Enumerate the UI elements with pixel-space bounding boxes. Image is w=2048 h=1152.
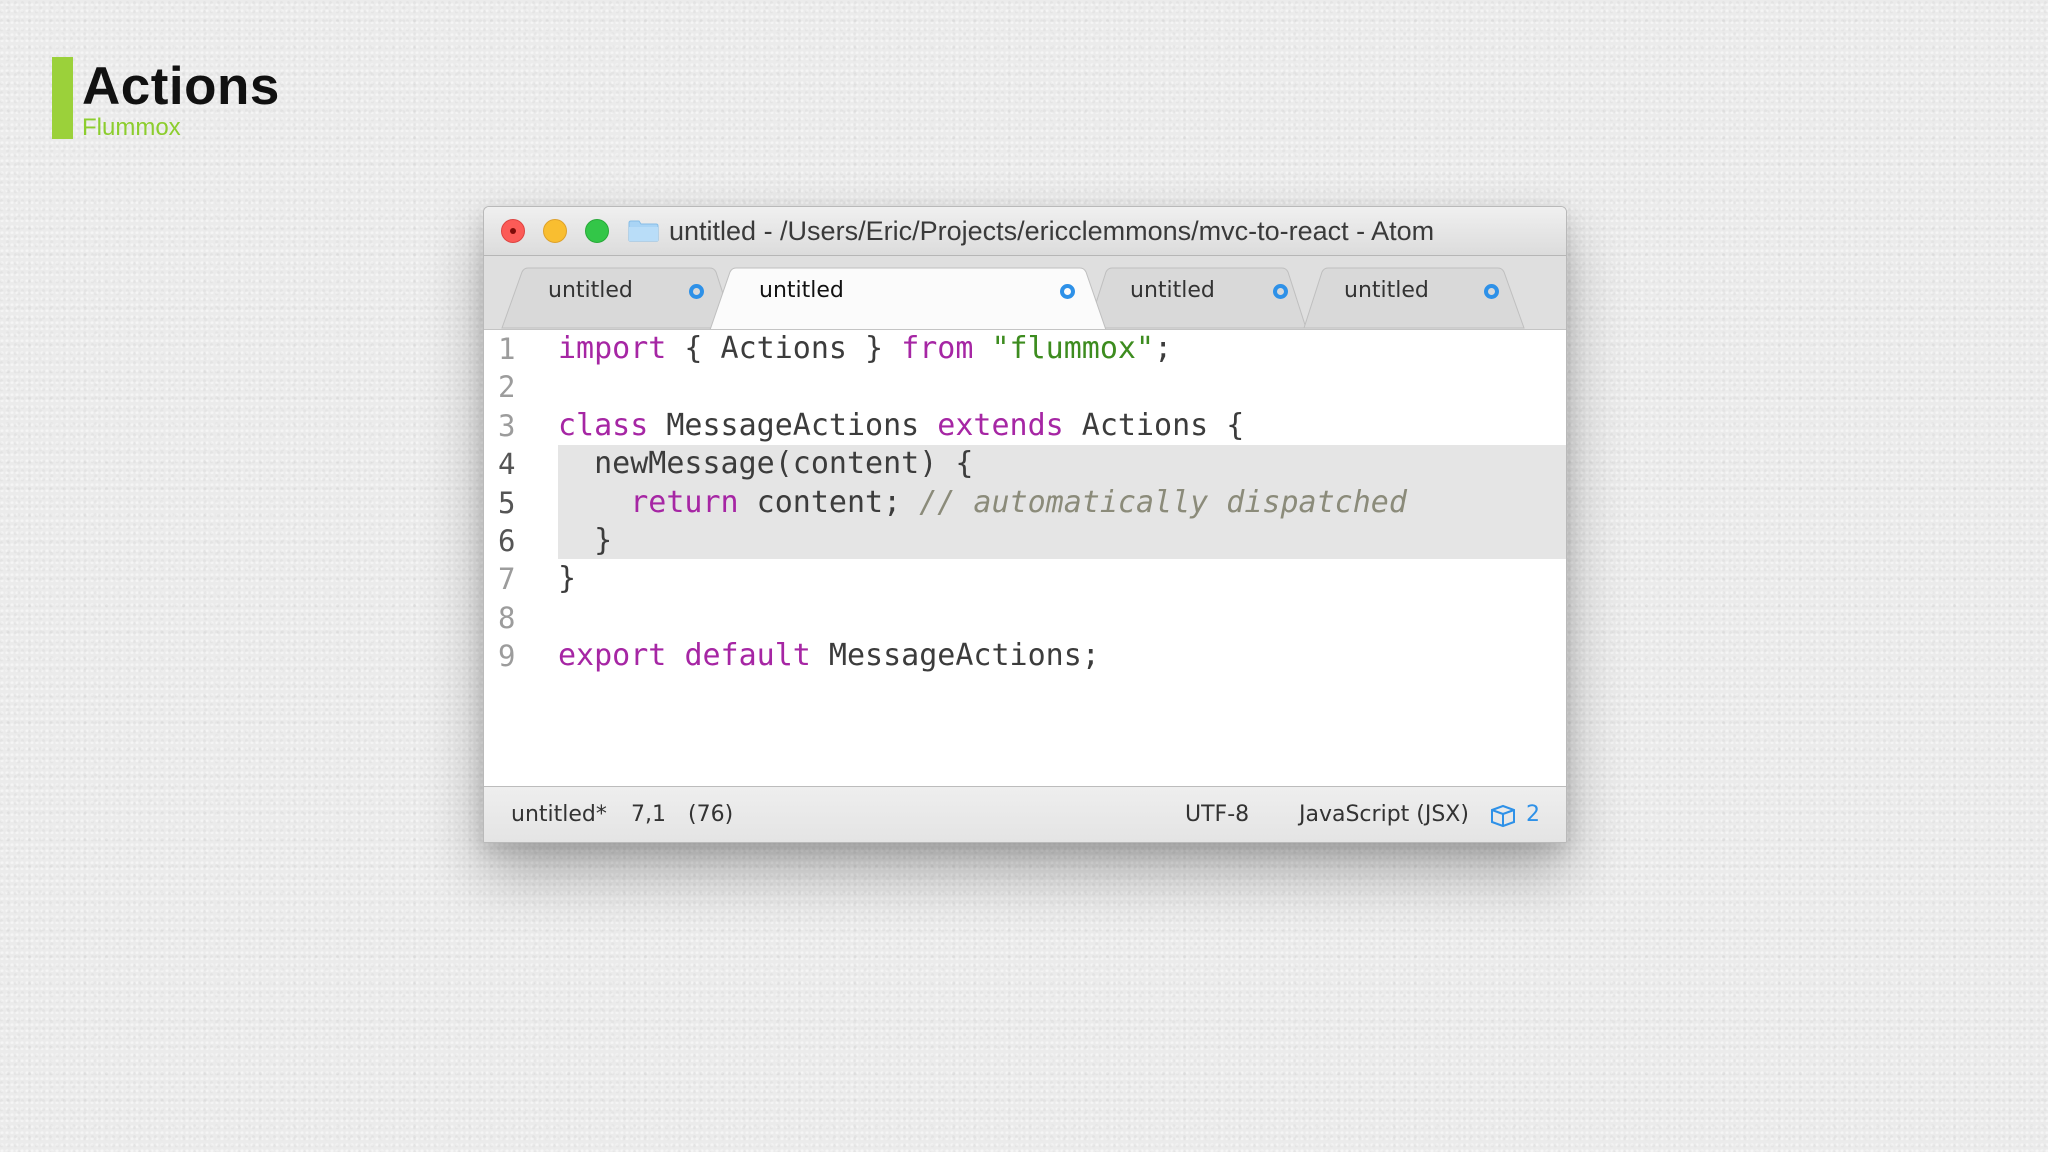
code-token: newMessage(content) {: [558, 446, 974, 482]
tab-3[interactable]: untitled: [1130, 276, 1215, 306]
keyword-token: from: [901, 331, 974, 366]
slide-subtitle: Flummox: [82, 114, 181, 141]
minimize-button[interactable]: [543, 219, 567, 243]
status-cursor-position[interactable]: 7,1: [631, 787, 666, 842]
status-file-name[interactable]: untitled*: [511, 787, 607, 842]
line-code: import { Actions } from "flummox";: [558, 330, 1172, 368]
code-token: }: [558, 561, 577, 597]
keyword-token: extends: [937, 407, 1064, 443]
code-token: }: [558, 523, 613, 558]
line-number[interactable]: 9: [498, 637, 528, 675]
tab-bar: untitled untitled untitled untitled: [484, 256, 1566, 330]
status-encoding[interactable]: UTF-8: [1185, 787, 1249, 842]
line-code: return content; // automatically dispatc…: [558, 484, 1407, 522]
package-icon[interactable]: [1490, 804, 1516, 828]
code-line[interactable]: 8: [484, 599, 1566, 637]
status-bar: untitled* 7,1 (76) UTF-8 JavaScript (JSX…: [484, 786, 1566, 842]
line-code: }: [558, 560, 576, 598]
code-token: { Actions }: [666, 331, 902, 366]
editor-window: untitled - /Users/Eric/Projects/ericclem…: [483, 206, 1567, 843]
line-number[interactable]: 4: [498, 445, 528, 483]
zoom-button[interactable]: [585, 219, 609, 243]
keyword-token: default: [684, 638, 811, 674]
line-number[interactable]: 3: [498, 407, 528, 445]
comment-token: // automatically dispatched: [919, 484, 1407, 520]
line-code: class MessageActions extends Actions {: [558, 407, 1244, 445]
title-bar[interactable]: untitled - /Users/Eric/Projects/ericclem…: [484, 207, 1566, 256]
header-text: Actions Flummox: [82, 57, 280, 141]
code-token: ;: [1154, 331, 1173, 366]
code-token: content;: [738, 484, 920, 520]
code-line[interactable]: 6 }: [484, 522, 1566, 560]
code-line[interactable]: 1 import { Actions } from "flummox";: [484, 330, 1566, 368]
folder-icon: [628, 220, 659, 242]
string-token: "flummox": [991, 331, 1155, 366]
code-token: MessageActions: [648, 407, 938, 443]
line-number[interactable]: 1: [498, 330, 528, 368]
accent-bar: [52, 57, 73, 139]
tab-2-modified-icon[interactable]: [1060, 284, 1075, 299]
status-selection-count: (76): [688, 802, 734, 827]
code-line[interactable]: 3 class MessageActions extends Actions {: [484, 407, 1566, 445]
code-line[interactable]: 7}: [484, 560, 1566, 598]
line-code: }: [558, 522, 612, 560]
code-line[interactable]: 2: [484, 368, 1566, 406]
tab-2-active[interactable]: untitled: [759, 276, 844, 306]
status-grammar[interactable]: JavaScript (JSX): [1299, 787, 1469, 842]
line-number[interactable]: 5: [498, 484, 528, 522]
tab-4[interactable]: untitled: [1344, 276, 1429, 306]
code-line[interactable]: 9 export default MessageActions;: [484, 637, 1566, 675]
slide-title: Actions: [82, 57, 280, 116]
tab-1[interactable]: untitled: [548, 276, 633, 306]
code-line[interactable]: 4 newMessage(content) {: [484, 445, 1566, 483]
tab-3-modified-icon[interactable]: [1273, 284, 1288, 299]
slide-header: Actions Flummox: [52, 57, 280, 141]
keyword-token: class: [558, 407, 649, 443]
keyword-token: import: [558, 331, 667, 366]
line-code: export default MessageActions;: [558, 637, 1100, 675]
keyword-token: export: [558, 638, 667, 674]
code-token: MessageActions;: [810, 638, 1100, 674]
line-number[interactable]: 7: [498, 560, 528, 598]
tab-1-modified-icon[interactable]: [689, 284, 704, 299]
code-line[interactable]: 5 return content; // automatically dispa…: [484, 484, 1566, 522]
line-number[interactable]: 6: [498, 522, 528, 560]
tab-4-modified-icon[interactable]: [1484, 284, 1499, 299]
close-button[interactable]: [501, 219, 525, 243]
line-code: newMessage(content) {: [558, 445, 973, 483]
code-token: Actions {: [1063, 407, 1245, 443]
window-title: untitled - /Users/Eric/Projects/ericclem…: [669, 216, 1435, 246]
code-editor[interactable]: 1 import { Actions } from "flummox"; 2 3 cla…: [484, 330, 1566, 790]
line-number[interactable]: 8: [498, 599, 528, 637]
line-number[interactable]: 2: [498, 368, 528, 406]
package-update-count[interactable]: 2: [1526, 787, 1540, 842]
keyword-token: return: [630, 484, 739, 520]
